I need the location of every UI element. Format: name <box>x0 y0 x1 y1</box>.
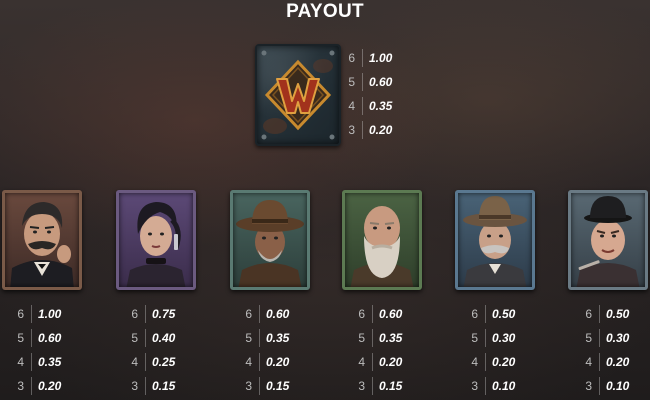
pay-count: 5 <box>131 331 138 345</box>
divider <box>485 377 486 395</box>
pay-count: 4 <box>471 355 478 369</box>
payout-title: PAYOUT <box>286 1 364 22</box>
tile-frame <box>116 190 196 290</box>
symbol-dark-haired-woman <box>116 190 196 290</box>
pay-value: 0.20 <box>266 355 290 369</box>
pay-count: 6 <box>471 307 478 321</box>
divider <box>372 377 373 395</box>
pay-value: 0.15 <box>152 379 176 393</box>
pay-count: 3 <box>245 379 252 393</box>
divider <box>485 305 486 323</box>
pay-value: 0.35 <box>38 355 62 369</box>
pay-value: 0.50 <box>492 307 516 321</box>
pay-value: 0.20 <box>492 355 516 369</box>
wild-w-icon <box>261 50 335 140</box>
pay-value: 0.40 <box>152 331 176 345</box>
pay-count: 6 <box>245 307 252 321</box>
tile-frame <box>2 190 82 290</box>
pay-count: 3 <box>471 379 478 393</box>
tile-frame <box>455 190 535 290</box>
pay-value: 0.35 <box>266 331 290 345</box>
divider <box>362 73 363 91</box>
pay-value: 0.35 <box>379 331 403 345</box>
pay-count: 5 <box>17 331 24 345</box>
symbol-old-cowboy <box>455 190 535 290</box>
tile-frame <box>342 190 422 290</box>
pay-count: 4 <box>245 355 252 369</box>
divider <box>372 305 373 323</box>
divider <box>145 329 146 347</box>
divider <box>362 49 363 67</box>
divider <box>31 329 32 347</box>
pay-count: 3 <box>585 379 592 393</box>
divider <box>31 305 32 323</box>
divider <box>372 329 373 347</box>
tile-frame <box>568 190 648 290</box>
divider <box>372 353 373 371</box>
divider <box>362 121 363 139</box>
pay-value: 0.60 <box>266 307 290 321</box>
tile-frame <box>230 190 310 290</box>
pay-count: 5 <box>358 331 365 345</box>
pay-count: 4 <box>131 355 138 369</box>
pay-value: 0.20 <box>379 355 403 369</box>
pay-value: 0.60 <box>369 75 393 89</box>
pay-value: 0.30 <box>492 331 516 345</box>
pay-count: 3 <box>131 379 138 393</box>
pay-count: 6 <box>131 307 138 321</box>
pay-count: 5 <box>245 331 252 345</box>
pay-value: 1.00 <box>38 307 62 321</box>
pay-value: 1.00 <box>369 51 393 65</box>
pay-value: 0.10 <box>492 379 516 393</box>
wild-symbol <box>255 44 341 146</box>
pay-count: 6 <box>17 307 24 321</box>
pay-count: 5 <box>348 75 355 89</box>
divider <box>599 353 600 371</box>
pay-count: 4 <box>358 355 365 369</box>
divider <box>145 353 146 371</box>
divider <box>485 353 486 371</box>
divider <box>599 305 600 323</box>
pay-value: 0.50 <box>606 307 630 321</box>
pay-count: 5 <box>471 331 478 345</box>
pay-value: 0.30 <box>606 331 630 345</box>
pay-count: 3 <box>348 123 355 137</box>
pay-count: 5 <box>585 331 592 345</box>
divider <box>31 377 32 395</box>
pay-count: 4 <box>348 99 355 113</box>
divider <box>259 353 260 371</box>
pay-count: 4 <box>585 355 592 369</box>
divider <box>485 329 486 347</box>
pay-value: 0.25 <box>152 355 176 369</box>
pay-value: 0.60 <box>379 307 403 321</box>
pay-count: 4 <box>17 355 24 369</box>
divider <box>259 329 260 347</box>
symbol-bearded-bald-man <box>342 190 422 290</box>
pay-count: 6 <box>358 307 365 321</box>
pay-value: 0.20 <box>369 123 393 137</box>
divider <box>259 305 260 323</box>
pay-value: 0.20 <box>606 355 630 369</box>
pay-count: 3 <box>17 379 24 393</box>
divider <box>599 329 600 347</box>
divider <box>599 377 600 395</box>
symbol-bowler-hat-boy <box>568 190 648 290</box>
pay-count: 6 <box>585 307 592 321</box>
pay-value: 0.75 <box>152 307 176 321</box>
pay-count: 3 <box>358 379 365 393</box>
pay-count: 6 <box>348 51 355 65</box>
pay-value: 0.10 <box>606 379 630 393</box>
symbol-mustached-gentleman <box>2 190 82 290</box>
symbol-cowboy-hat-man <box>230 190 310 290</box>
divider <box>362 97 363 115</box>
divider <box>259 377 260 395</box>
pay-value: 0.60 <box>38 331 62 345</box>
pay-value: 0.35 <box>369 99 393 113</box>
divider <box>31 353 32 371</box>
pay-value: 0.15 <box>266 379 290 393</box>
pay-value: 0.15 <box>379 379 403 393</box>
divider <box>145 377 146 395</box>
pay-value: 0.20 <box>38 379 62 393</box>
divider <box>145 305 146 323</box>
